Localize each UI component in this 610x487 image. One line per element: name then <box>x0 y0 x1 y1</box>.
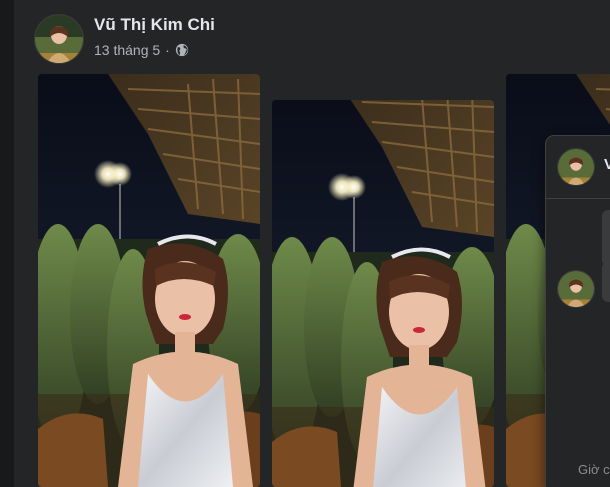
post-photo-1[interactable] <box>38 74 260 487</box>
popup-comment-block <box>602 262 610 302</box>
popup-header: V <box>546 136 610 199</box>
post-meta: 13 tháng 5 · <box>94 42 189 58</box>
author-name[interactable]: Vũ Thị Kim Chi <box>94 15 215 35</box>
author-avatar[interactable] <box>34 14 84 64</box>
popup-content-block <box>602 210 610 266</box>
popup-comment-avatar[interactable] <box>557 270 595 308</box>
popup-footer-text: Giờ c <box>578 462 610 477</box>
meta-separator: · <box>165 42 170 58</box>
post-photo-2[interactable] <box>272 100 494 487</box>
popup-avatar[interactable] <box>557 148 595 186</box>
popup-name[interactable]: V <box>604 156 610 173</box>
hover-card-popup: V Giờ c <box>546 136 610 487</box>
post-card: Vũ Thị Kim Chi 13 tháng 5 · <box>14 0 610 487</box>
post-date[interactable]: 13 tháng 5 <box>94 42 160 58</box>
globe-icon[interactable] <box>175 43 189 57</box>
